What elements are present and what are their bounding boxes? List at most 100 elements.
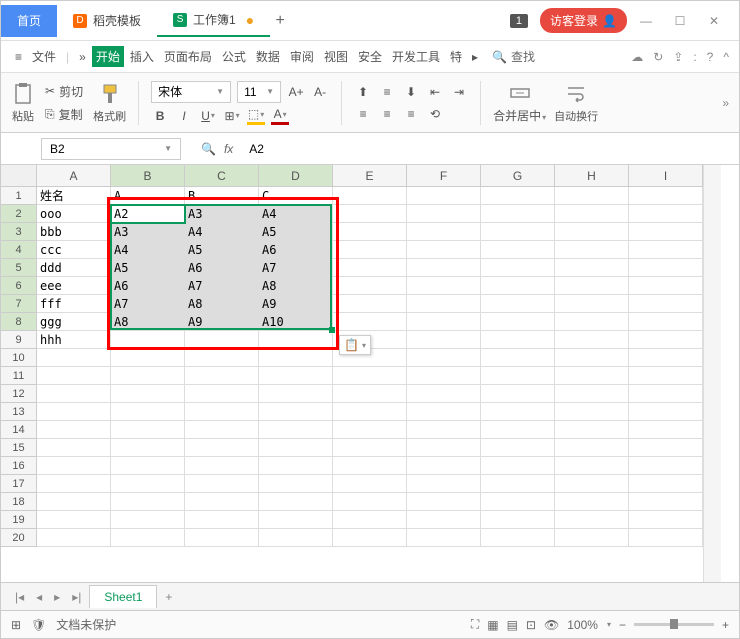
cell[interactable]: A8	[111, 313, 185, 331]
cell[interactable]	[481, 313, 555, 331]
cell[interactable]	[629, 529, 703, 547]
sheet-tab[interactable]: Sheet1	[89, 585, 157, 608]
orientation-button[interactable]: ⟲	[426, 105, 444, 123]
fullscreen-icon[interactable]: ⛶	[471, 617, 479, 632]
cell[interactable]: fff	[37, 295, 111, 313]
menu-more[interactable]: »	[75, 48, 90, 66]
cell[interactable]	[481, 259, 555, 277]
cell[interactable]	[185, 529, 259, 547]
cell[interactable]	[37, 475, 111, 493]
cell[interactable]	[407, 385, 481, 403]
minimize-button[interactable]: —	[631, 6, 661, 36]
cell[interactable]	[629, 493, 703, 511]
cell[interactable]	[629, 421, 703, 439]
search-box[interactable]: 🔍查找	[492, 48, 535, 65]
tab-workbook[interactable]: S工作簿1●	[157, 5, 270, 37]
cell[interactable]	[407, 295, 481, 313]
cell[interactable]	[629, 205, 703, 223]
cell[interactable]	[555, 295, 629, 313]
cell[interactable]	[185, 385, 259, 403]
menu-formula[interactable]: 公式	[218, 46, 250, 67]
menu-dev[interactable]: 开发工具	[388, 46, 444, 67]
cell[interactable]	[555, 439, 629, 457]
cell[interactable]	[185, 421, 259, 439]
cell[interactable]	[333, 241, 407, 259]
cell[interactable]	[259, 385, 333, 403]
cell[interactable]	[333, 511, 407, 529]
cell[interactable]	[111, 529, 185, 547]
cell[interactable]	[481, 223, 555, 241]
cell[interactable]	[629, 511, 703, 529]
cell[interactable]	[407, 349, 481, 367]
row-header[interactable]: 13	[1, 403, 37, 421]
sync-icon[interactable]: ↻	[653, 50, 663, 64]
cell[interactable]	[407, 511, 481, 529]
menu-file[interactable]: 文件	[28, 46, 60, 67]
cell[interactable]	[111, 367, 185, 385]
row-header[interactable]: 16	[1, 457, 37, 475]
row-header[interactable]: 6	[1, 277, 37, 295]
cell[interactable]	[407, 277, 481, 295]
zoom-in[interactable]: +	[722, 618, 729, 632]
sheet-nav-first[interactable]: |◂	[11, 590, 28, 604]
cell[interactable]	[629, 241, 703, 259]
col-header[interactable]: A	[37, 165, 111, 187]
col-header[interactable]: I	[629, 165, 703, 187]
menu-start[interactable]: 开始	[92, 46, 124, 67]
cell[interactable]	[481, 385, 555, 403]
menu-layout[interactable]: 页面布局	[160, 46, 216, 67]
login-button[interactable]: 访客登录👤	[540, 8, 627, 33]
cell[interactable]	[481, 241, 555, 259]
cell[interactable]	[407, 367, 481, 385]
bold-button[interactable]: B	[151, 107, 169, 125]
cell[interactable]: A6	[259, 241, 333, 259]
share-icon[interactable]: ⇪	[673, 50, 683, 64]
col-header[interactable]: C	[185, 165, 259, 187]
cell[interactable]	[407, 259, 481, 277]
help-icon[interactable]: ?	[707, 50, 714, 64]
wrap-button[interactable]: 自动换行	[554, 82, 598, 124]
cell[interactable]: A7	[259, 259, 333, 277]
cell[interactable]	[185, 439, 259, 457]
row-header[interactable]: 15	[1, 439, 37, 457]
border-button[interactable]: ⊞▾	[223, 107, 241, 125]
cell[interactable]	[407, 529, 481, 547]
cell[interactable]: A3	[185, 205, 259, 223]
col-header[interactable]: F	[407, 165, 481, 187]
cell[interactable]	[185, 349, 259, 367]
cell[interactable]: A	[111, 187, 185, 205]
cell[interactable]	[333, 529, 407, 547]
cell[interactable]: 姓名	[37, 187, 111, 205]
fx-icon[interactable]: fx	[224, 142, 233, 156]
col-header[interactable]: H	[555, 165, 629, 187]
cell[interactable]: A8	[259, 277, 333, 295]
cell[interactable]	[407, 457, 481, 475]
cell[interactable]	[111, 331, 185, 349]
cell[interactable]	[333, 313, 407, 331]
align-right-button[interactable]: ≡	[402, 105, 420, 123]
cell[interactable]: A4	[259, 205, 333, 223]
cell[interactable]: hhh	[37, 331, 111, 349]
cell[interactable]	[111, 349, 185, 367]
cell[interactable]: B	[185, 187, 259, 205]
row-header[interactable]: 1	[1, 187, 37, 205]
cell[interactable]	[37, 367, 111, 385]
cell[interactable]	[259, 403, 333, 421]
cell[interactable]	[555, 457, 629, 475]
cell[interactable]	[629, 187, 703, 205]
cell[interactable]	[555, 529, 629, 547]
row-header[interactable]: 5	[1, 259, 37, 277]
vertical-scrollbar[interactable]	[703, 165, 721, 582]
cell[interactable]	[629, 349, 703, 367]
cell[interactable]	[407, 493, 481, 511]
copy-button[interactable]: ⎘复制	[43, 104, 85, 125]
col-header[interactable]: E	[333, 165, 407, 187]
cell[interactable]	[111, 421, 185, 439]
notification-badge[interactable]: 1	[510, 14, 528, 28]
cell[interactable]	[481, 295, 555, 313]
cell[interactable]	[111, 511, 185, 529]
cell[interactable]	[37, 439, 111, 457]
font-family-select[interactable]: 宋体▼	[151, 81, 231, 103]
maximize-button[interactable]: ☐	[665, 6, 695, 36]
sheet-add[interactable]: +	[161, 590, 176, 604]
